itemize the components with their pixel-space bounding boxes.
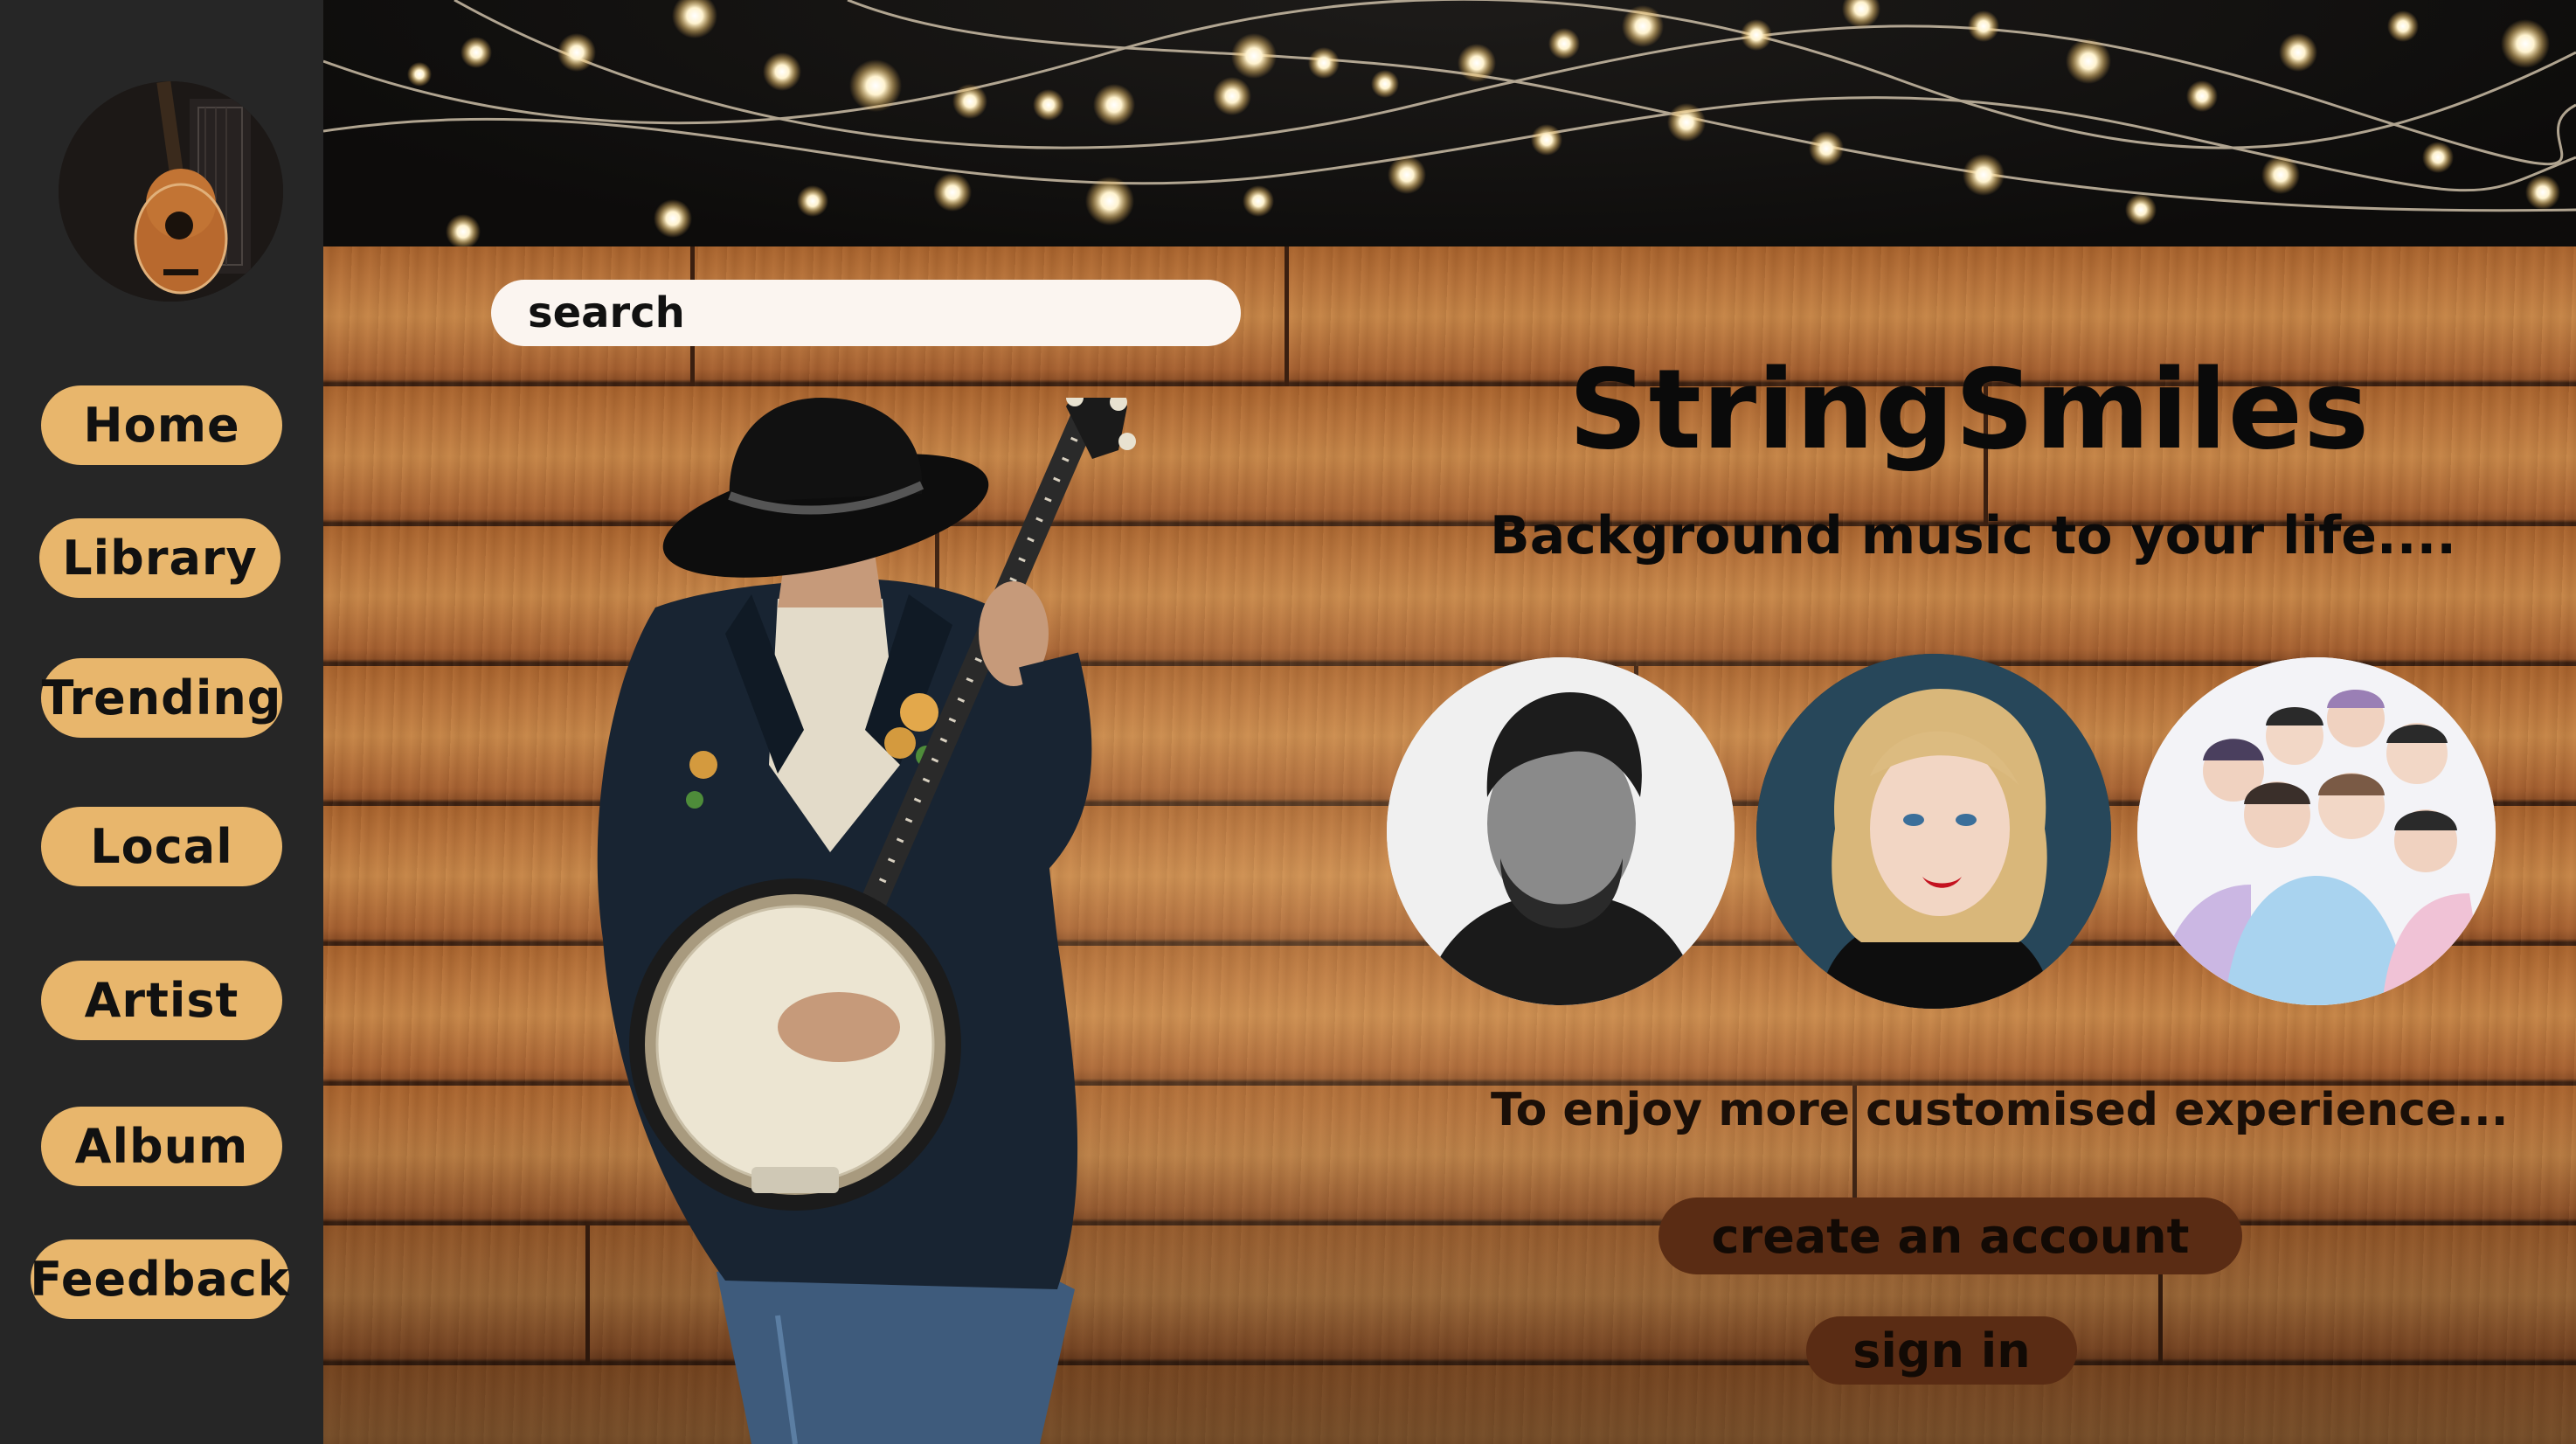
main-content: search StringSmiles Background music to … [323,0,2576,1444]
nav-item-home[interactable]: Home [41,385,282,465]
nav-item-local[interactable]: Local [41,807,282,886]
artist-circle-2[interactable] [1756,654,2111,1009]
nav-item-artist[interactable]: Artist [41,961,282,1040]
banjo-player-image [597,398,1136,1444]
string-lights-banner [323,0,2576,246]
page: Home Library Trending Local Artist Album… [0,0,2576,1444]
male-artist-photo [1387,657,1735,1005]
nav-item-album[interactable]: Album [41,1107,282,1186]
nav-item-feedback[interactable]: Feedback [30,1239,289,1319]
sidebar: Home Library Trending Local Artist Album… [0,0,323,1444]
sign-in-button[interactable]: sign in [1806,1316,2077,1385]
band-photo [2137,657,2496,1005]
artist-circle-1[interactable] [1387,657,1735,1005]
female-artist-photo [1756,654,2111,1009]
guitar-logo-icon[interactable] [59,81,283,302]
app-title: StringSmiles [1568,345,2371,474]
nav-item-trending[interactable]: Trending [41,658,282,738]
nav-item-library[interactable]: Library [39,518,280,598]
artist-circle-3[interactable] [2137,657,2496,1005]
search-input[interactable]: search [491,280,1241,346]
create-account-button[interactable]: create an account [1658,1198,2242,1274]
tagline: Background music to your life.... [1490,505,2457,566]
cta-text: To enjoy more customised experience... [1491,1084,2509,1136]
